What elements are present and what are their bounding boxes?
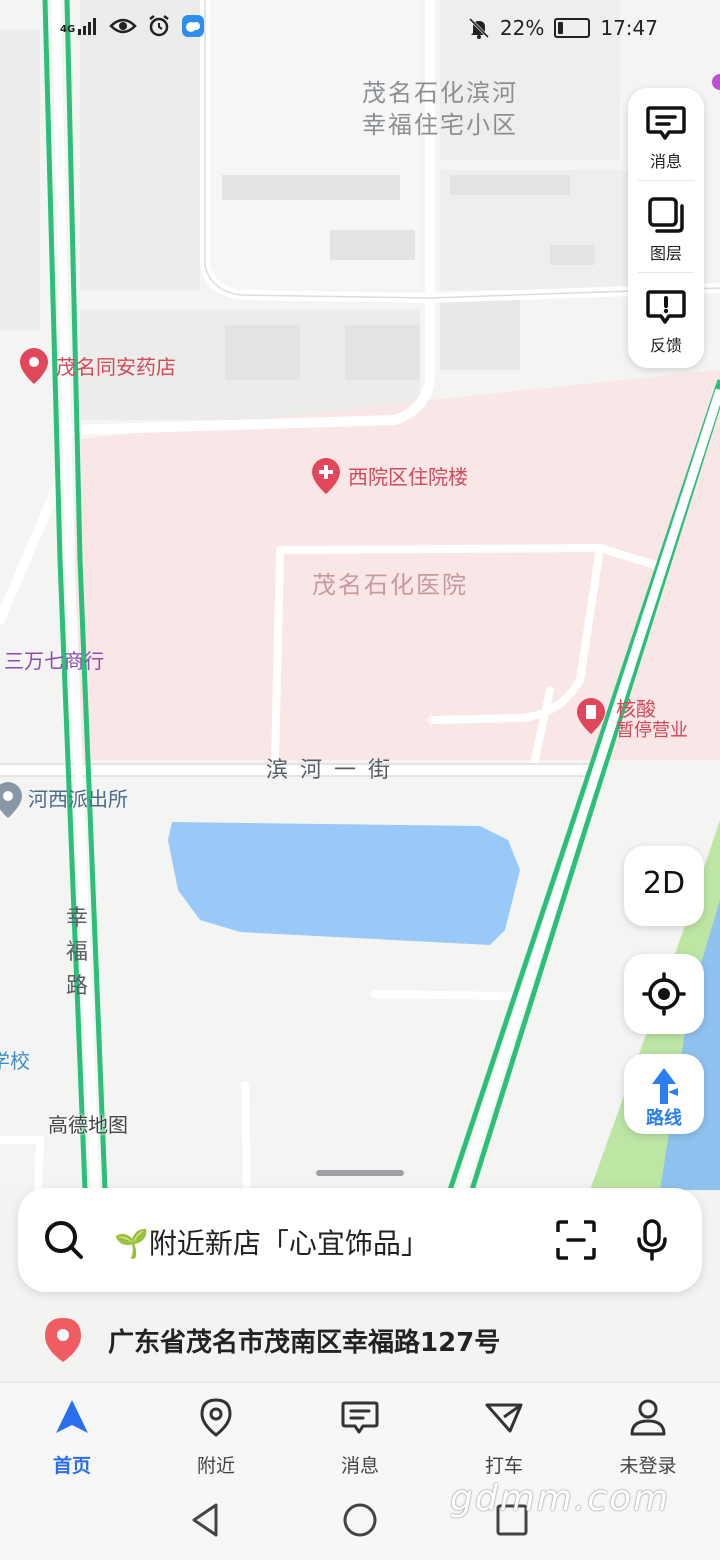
- microphone-icon[interactable]: [630, 1218, 674, 1262]
- home-navigation-icon: [56, 1400, 88, 1433]
- inpatient-building-label[interactable]: 西院区住院楼: [348, 462, 468, 492]
- battery-percent: 22%: [499, 16, 545, 40]
- watermark: gdmm.com: [450, 1478, 671, 1519]
- map-view[interactable]: 茂名石化滨河 幸福住宅小区 茂名同安药店 西院区住院楼 茂名石化医院 三万七商行…: [0, 0, 720, 1190]
- current-address-row[interactable]: 广东省茂名市茂南区幸福路127号: [0, 1300, 720, 1380]
- scan-icon[interactable]: [554, 1218, 598, 1262]
- tab-taxi[interactable]: 打车: [432, 1383, 576, 1483]
- residential-area-label[interactable]: 茂名石化滨河: [362, 78, 518, 108]
- map-side-panel: 消息 图层 反馈: [628, 88, 704, 368]
- battery-icon: [554, 18, 591, 38]
- locate-icon: [642, 972, 686, 1016]
- view-mode-button[interactable]: 2D: [624, 846, 704, 926]
- locate-button[interactable]: [624, 954, 704, 1034]
- road-label-vertical: 幸福路: [66, 906, 89, 999]
- alarm-icon: [149, 15, 169, 37]
- sheet-drag-handle[interactable]: [316, 1170, 404, 1176]
- route-button[interactable]: 路线: [624, 1054, 704, 1134]
- current-address: 广东省茂名市茂南区幸福路127号: [108, 1328, 501, 1358]
- taxi-icon: [485, 1403, 523, 1433]
- tab-nearby[interactable]: 附近: [144, 1383, 288, 1483]
- side-feedback-label: 反馈: [649, 336, 682, 355]
- home-icon[interactable]: [340, 1500, 380, 1540]
- eye-icon: [109, 18, 137, 34]
- location-pin-icon: [45, 1318, 81, 1362]
- nucleic-test-status: 暂停营业: [616, 720, 688, 741]
- residential-area-label-line2[interactable]: 幸福住宅小区: [362, 110, 518, 140]
- search-placeholder[interactable]: 🌱附近新店「心宜饰品」: [114, 1222, 429, 1262]
- feedback-icon: [646, 290, 686, 324]
- police-station-label[interactable]: 河西派出所: [28, 784, 128, 814]
- shop-label[interactable]: 三万七商行: [4, 646, 104, 676]
- route-arrow-icon: [652, 1068, 678, 1104]
- school-label[interactable]: 学校: [0, 1046, 30, 1076]
- side-feedback-button[interactable]: 反馈: [628, 272, 704, 362]
- view-mode-label: 2D: [642, 866, 686, 901]
- tab-messages[interactable]: 消息: [288, 1383, 432, 1483]
- weather-app-icon: [182, 15, 205, 37]
- status-bar: 4G 22% 17:47: [0, 0, 720, 58]
- side-layers-label: 图层: [649, 244, 682, 263]
- search-icon[interactable]: [42, 1218, 86, 1262]
- tab-nearby-label: 附近: [196, 1455, 235, 1477]
- side-message-button[interactable]: 消息: [628, 88, 704, 178]
- tab-profile[interactable]: 未登录: [576, 1383, 720, 1483]
- location-pin-icon: [200, 1398, 232, 1437]
- message-icon: [646, 106, 686, 140]
- back-icon[interactable]: [186, 1500, 226, 1540]
- tab-home-label: 首页: [52, 1455, 91, 1477]
- mute-icon: [468, 17, 489, 39]
- hospital-area-label[interactable]: 茂名石化医院: [312, 570, 468, 600]
- tab-profile-label: 未登录: [619, 1455, 677, 1477]
- side-layers-button[interactable]: 图层: [628, 180, 704, 270]
- clock: 17:47: [600, 16, 658, 40]
- message-icon: [341, 1401, 379, 1434]
- signal-icon: 4G: [60, 17, 99, 35]
- tab-taxi-label: 打车: [484, 1455, 523, 1477]
- bottom-tab-bar: 首页 附近 消息 打车 未登录: [0, 1382, 720, 1483]
- street-label: 滨河一街: [266, 758, 403, 783]
- layers-icon: [648, 197, 684, 233]
- search-bar[interactable]: 🌱附近新店「心宜饰品」: [18, 1188, 702, 1292]
- tab-messages-label: 消息: [340, 1455, 379, 1477]
- user-icon: [630, 1399, 666, 1436]
- map-provider-logo: 高德地图: [48, 1113, 128, 1137]
- tab-home[interactable]: 首页: [0, 1383, 144, 1483]
- pharmacy-label[interactable]: 茂名同安药店: [56, 352, 176, 382]
- route-label: 路线: [646, 1108, 682, 1129]
- side-message-label: 消息: [649, 152, 682, 171]
